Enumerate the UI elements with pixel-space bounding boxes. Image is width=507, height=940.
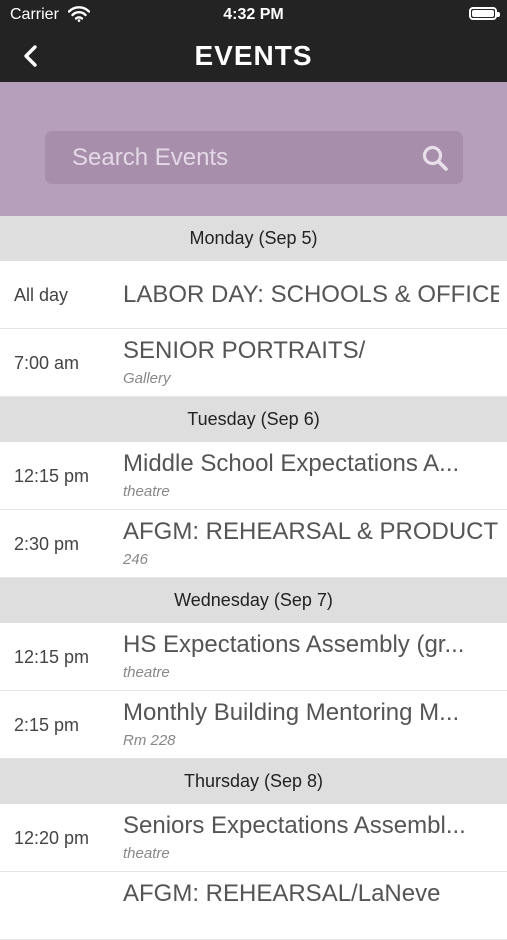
event-title: LABOR DAY: SCHOOLS & OFFICE (123, 281, 499, 308)
event-time: All day (14, 285, 69, 305)
event-row[interactable]: 12:15 pm Middle School Expectations A...… (0, 442, 507, 510)
event-location: 246 (123, 551, 149, 568)
event-row[interactable]: 2:15 pm Monthly Building Mentoring M... … (0, 691, 507, 759)
event-title: AFGM: REHEARSAL & PRODUCTI (123, 518, 499, 545)
event-title: Middle School Expectations A... (123, 450, 460, 477)
events-list: Monday (Sep 5) All day LABOR DAY: SCHOOL… (0, 216, 507, 940)
battery-icon (469, 7, 500, 20)
event-title: SENIOR PORTRAITS/ (123, 337, 366, 364)
event-row[interactable]: All day LABOR DAY: SCHOOLS & OFFICE (0, 261, 507, 329)
event-time: 12:15 pm (14, 466, 90, 486)
search-input[interactable]: Search Events (45, 131, 463, 184)
page-title: EVENTS (194, 40, 313, 71)
search-icon[interactable] (421, 144, 449, 172)
event-location: Rm 228 (123, 732, 176, 749)
day-header: Monday (Sep 5) (0, 216, 507, 261)
day-header: Tuesday (Sep 6) (0, 397, 507, 442)
event-row[interactable]: AFGM: REHEARSAL/LaNeve (0, 872, 507, 940)
event-time: 7:00 am (14, 353, 80, 373)
event-title: AFGM: REHEARSAL/LaNeve (123, 880, 441, 907)
search-area: Search Events (0, 82, 507, 216)
event-row[interactable]: 7:00 am SENIOR PORTRAITS/ Gallery (0, 329, 507, 397)
event-location: theatre (123, 664, 170, 681)
event-row[interactable]: 12:15 pm HS Expectations Assembly (gr...… (0, 623, 507, 691)
search-placeholder: Search Events (72, 144, 229, 171)
event-time: 12:20 pm (14, 828, 90, 848)
status-bar: Carrier 4:32 PM (0, 0, 507, 30)
event-row[interactable]: 12:20 pm Seniors Expectations Assembl...… (0, 804, 507, 872)
day-header: Thursday (Sep 8) (0, 759, 507, 804)
event-title: Monthly Building Mentoring M... (123, 699, 460, 726)
event-row[interactable]: 2:30 pm AFGM: REHEARSAL & PRODUCTI 246 (0, 510, 507, 578)
event-time: 2:30 pm (14, 534, 80, 554)
event-location: theatre (123, 483, 170, 500)
clock: 4:32 PM (223, 6, 284, 23)
navigation-bar: EVENTS (0, 30, 507, 82)
event-location: theatre (123, 845, 170, 862)
event-time: 2:15 pm (14, 715, 80, 735)
event-location: Gallery (123, 370, 171, 387)
event-title: HS Expectations Assembly (gr... (123, 631, 465, 658)
event-title: Seniors Expectations Assembl... (123, 812, 466, 839)
day-header: Wednesday (Sep 7) (0, 578, 507, 623)
event-time: 12:15 pm (14, 647, 90, 667)
